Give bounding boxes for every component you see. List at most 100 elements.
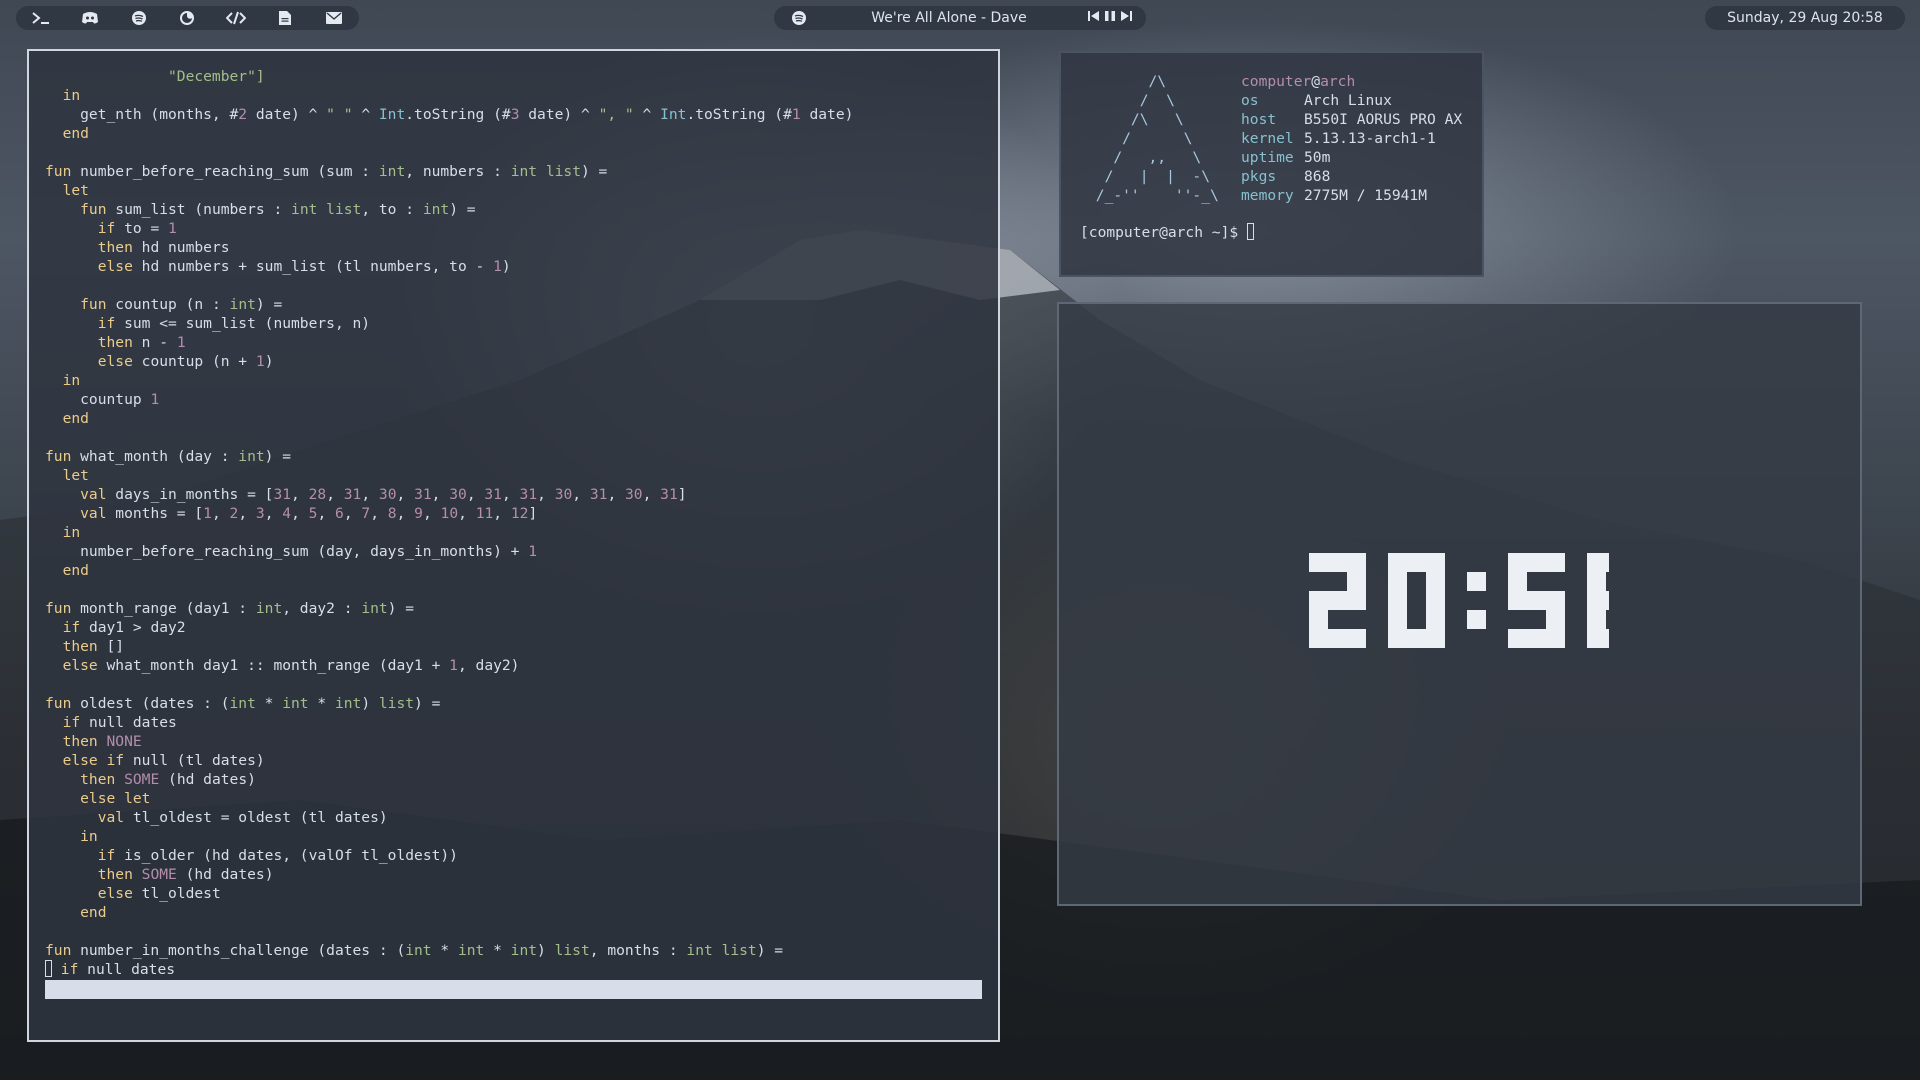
code-token: 7 <box>361 505 371 522</box>
code-token: , day2 : <box>282 600 362 617</box>
code-token: , <box>291 505 309 522</box>
spotify-icon[interactable] <box>788 9 810 27</box>
firefox-icon[interactable] <box>176 9 198 27</box>
code-line: end <box>45 409 853 428</box>
code-token: hd numbers <box>132 239 230 256</box>
code-token: [] <box>97 638 125 655</box>
code-token: is_older (hd dates, (valOf tl_oldest)) <box>115 847 458 864</box>
code-editor-window[interactable]: "December"] in get_nth (months, #2 date)… <box>27 49 1000 1042</box>
code-token: end <box>45 904 107 921</box>
code-token: , <box>431 486 450 503</box>
code-token: val <box>45 486 107 503</box>
code-token: 31 <box>343 486 362 503</box>
code-token: 30 <box>449 486 467 503</box>
code-token: (hd dates) <box>159 771 256 788</box>
code-token: ) = <box>255 296 283 313</box>
code-line: if is_older (hd dates, (valOf tl_oldest)… <box>45 846 853 865</box>
code-token: , <box>370 505 388 522</box>
code-token: month_range (day1 : <box>71 600 256 617</box>
code-token: ) <box>537 942 555 959</box>
datetime-widget[interactable]: Sunday, 29 Aug 20:58 <box>1705 6 1905 30</box>
code-token: fun <box>45 163 72 180</box>
code-token: , months : <box>589 942 687 959</box>
code-token: sum_list (numbers : <box>106 201 292 218</box>
code-line: fun what_month (day : int) = <box>45 447 853 466</box>
code-line: end <box>45 561 853 580</box>
code-token: int <box>510 942 538 959</box>
code-token: to = <box>115 220 169 237</box>
code-token: ) <box>264 353 274 370</box>
code-buffer[interactable]: "December"] in get_nth (months, #2 date)… <box>45 67 853 979</box>
code-token: int <box>378 163 406 180</box>
code-line: else let <box>45 789 853 808</box>
code-token: fun <box>45 600 72 617</box>
code-token: let <box>45 467 89 484</box>
code-token: 1 <box>255 353 265 370</box>
code-token: 1 <box>168 220 177 237</box>
code-token: fun <box>45 942 72 959</box>
code-token: 10 <box>440 505 459 522</box>
code-line: end <box>45 124 853 143</box>
code-token: val <box>45 809 125 826</box>
code-token: , <box>572 486 590 503</box>
code-token: "December"] <box>45 68 265 85</box>
info-row-host: host B550I AORUS PRO AX <box>1241 110 1462 129</box>
code-token: list <box>554 942 590 959</box>
code-token: 1 <box>150 391 160 408</box>
code-line: then SOME (hd dates) <box>45 865 853 884</box>
clock-digit <box>1587 553 1609 648</box>
code-line: fun month_range (day1 : int, day2 : int)… <box>45 599 853 618</box>
code-line: else countup (n + 1) <box>45 352 853 371</box>
code-token: (hd dates) <box>176 866 274 883</box>
code-token: null (tl dates) <box>124 752 265 769</box>
code-token: int <box>229 695 256 712</box>
code-token: list <box>378 695 415 712</box>
code-token: null dates <box>80 714 177 731</box>
code-token: int <box>405 942 432 959</box>
clock-colon <box>1467 572 1486 629</box>
code-token: else <box>45 353 133 370</box>
code-token: NONE <box>106 733 142 750</box>
shell-prompt[interactable]: [computer@arch ~]$ <box>1080 223 1254 242</box>
code-token: else <box>45 657 98 674</box>
terminal-window[interactable]: /\ / \ /\ \ / \ / ,, \ / | | -\ /_-'' ''… <box>1059 51 1484 277</box>
code-token: 31 <box>484 486 502 503</box>
code-line: if null dates <box>45 960 853 979</box>
discord-icon[interactable] <box>79 9 101 27</box>
code-token: 28 <box>308 486 327 503</box>
clock-digit <box>1309 553 1366 648</box>
code-line: else if null (tl dates) <box>45 751 853 770</box>
code-token: ^ <box>352 106 379 123</box>
code-token: tl_oldest <box>132 885 221 902</box>
code-token: else <box>45 885 133 902</box>
workspace-launcher-bar <box>16 6 359 30</box>
code-token: ) = <box>264 448 292 465</box>
code-token: , <box>493 505 511 522</box>
spotify-icon[interactable] <box>128 9 150 27</box>
code-token: end <box>45 410 89 427</box>
document-icon[interactable] <box>274 9 296 27</box>
previous-icon[interactable] <box>1088 10 1100 26</box>
terminal-icon[interactable] <box>30 9 52 27</box>
info-key: os <box>1241 92 1259 109</box>
code-icon[interactable] <box>225 9 247 27</box>
code-token: if <box>45 220 116 237</box>
pause-icon[interactable] <box>1104 10 1116 26</box>
code-token: day1 > day2 <box>80 619 186 636</box>
code-token: what_month day1 :: month_range (day1 + <box>97 657 450 674</box>
mail-icon[interactable] <box>323 9 345 27</box>
hostname: arch <box>1320 73 1356 90</box>
code-token: fun <box>45 695 72 712</box>
code-token: let <box>45 182 89 199</box>
info-value: B550I AORUS PRO AX <box>1304 111 1463 128</box>
code-token: , numbers : <box>405 163 511 180</box>
next-icon[interactable] <box>1120 10 1132 26</box>
info-row-kernel: kernel 5.13.13-arch1-1 <box>1241 129 1462 148</box>
code-token: fun <box>45 201 107 218</box>
code-token: int <box>457 942 485 959</box>
info-value: Arch Linux <box>1304 92 1392 109</box>
code-line: let <box>45 181 853 200</box>
